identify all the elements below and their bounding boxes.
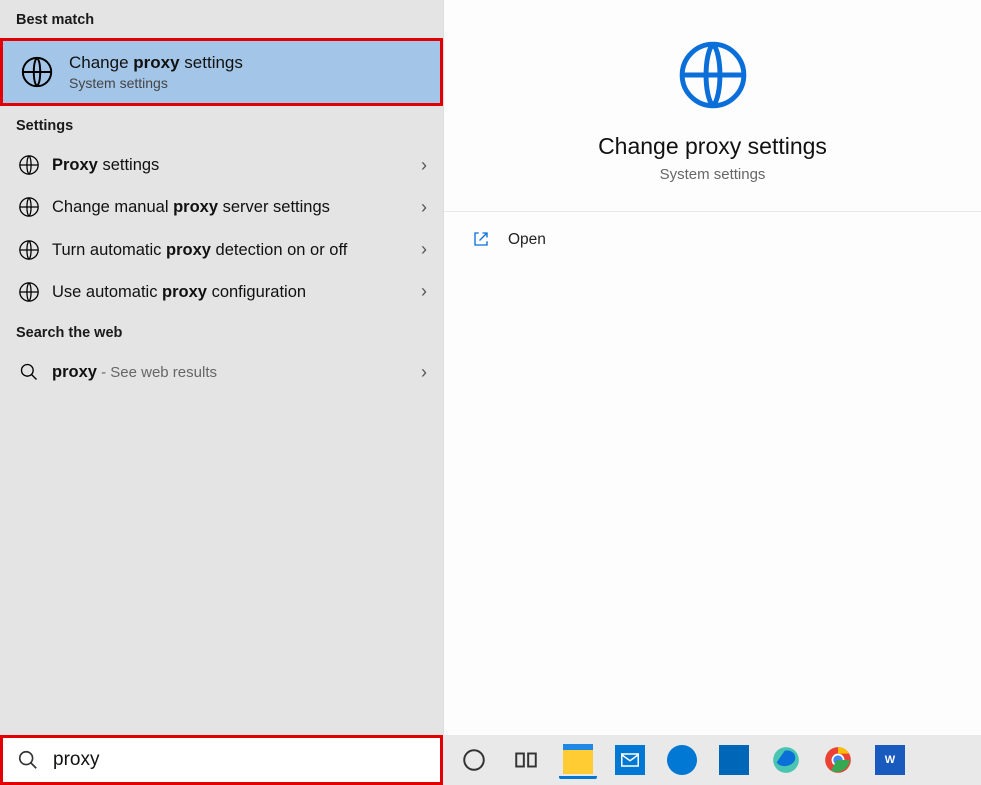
chevron-right-icon: ›: [413, 362, 427, 383]
globe-icon: [16, 154, 42, 176]
best-match-title: Change proxy settings: [69, 53, 243, 73]
best-match-change-proxy-settings[interactable]: Change proxy settings System settings: [0, 38, 443, 106]
globe-icon: [16, 239, 42, 261]
taskbar: W: [443, 735, 981, 785]
chrome-icon[interactable]: [819, 741, 857, 779]
preview-subtitle: System settings: [464, 166, 961, 183]
result-automatic-proxy-config[interactable]: Use automatic proxy configuration ›: [0, 271, 443, 313]
taskbar-row: W: [0, 735, 981, 785]
app-icon[interactable]: [715, 741, 753, 779]
chevron-right-icon: ›: [413, 155, 427, 176]
preview-hero: Change proxy settings System settings: [444, 0, 981, 212]
result-web-proxy[interactable]: proxy - See web results ›: [0, 351, 443, 393]
open-action[interactable]: Open: [444, 212, 981, 268]
chevron-right-icon: ›: [413, 239, 427, 260]
search-box[interactable]: [0, 735, 443, 785]
result-automatic-proxy-detection[interactable]: Turn automatic proxy detection on or off…: [0, 229, 443, 271]
section-best-match: Best match: [0, 0, 443, 38]
open-icon: [472, 230, 492, 250]
task-view-icon[interactable]: [507, 741, 545, 779]
cortana-icon[interactable]: [455, 741, 493, 779]
search-results-panel: Best match Change proxy settings System …: [0, 0, 443, 735]
globe-icon: [16, 196, 42, 218]
chevron-right-icon: ›: [413, 281, 427, 302]
open-label: Open: [508, 231, 546, 249]
preview-title: Change proxy settings: [464, 133, 961, 160]
chevron-right-icon: ›: [413, 197, 427, 218]
section-settings: Settings: [0, 106, 443, 144]
word-icon[interactable]: W: [871, 741, 909, 779]
result-proxy-settings[interactable]: Proxy settings ›: [0, 144, 443, 186]
edge-icon[interactable]: [767, 741, 805, 779]
search-icon: [16, 362, 42, 382]
globe-icon: [16, 281, 42, 303]
search-icon: [17, 749, 39, 771]
section-search-web: Search the web: [0, 313, 443, 351]
globe-icon: [19, 54, 55, 90]
file-explorer-icon[interactable]: [559, 741, 597, 779]
result-change-manual-proxy[interactable]: Change manual proxy server settings ›: [0, 186, 443, 228]
mail-icon[interactable]: [611, 741, 649, 779]
best-match-subtitle: System settings: [69, 75, 243, 91]
dell-icon[interactable]: [663, 741, 701, 779]
search-input[interactable]: [51, 748, 426, 772]
globe-icon: [676, 38, 750, 117]
preview-panel: Change proxy settings System settings Op…: [443, 0, 981, 735]
